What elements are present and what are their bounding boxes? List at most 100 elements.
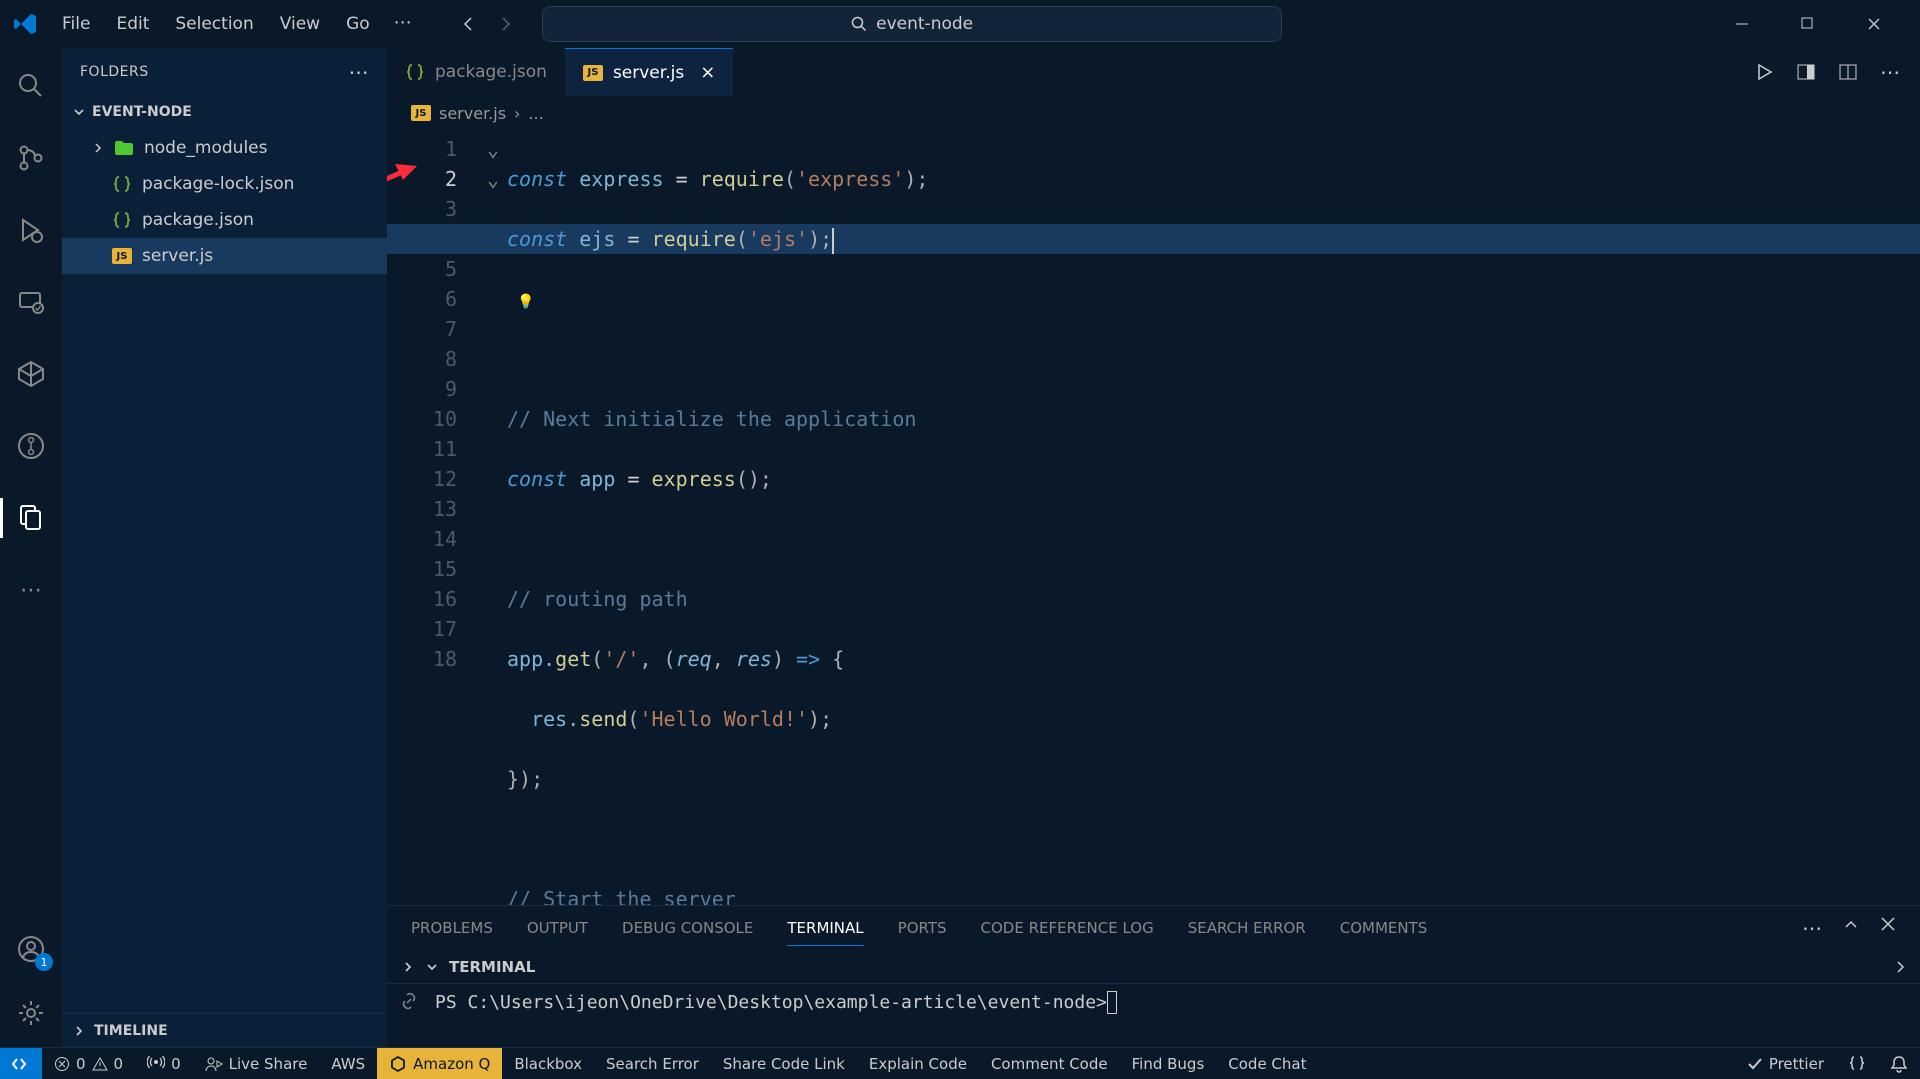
terminal-expand-icon[interactable]	[1892, 959, 1908, 975]
tab-label: server.js	[613, 63, 684, 83]
breadcrumb[interactable]: JS server.js › ...	[387, 96, 1920, 130]
tab-close-icon[interactable]: ×	[700, 62, 715, 83]
status-explain[interactable]: Explain Code	[857, 1048, 979, 1079]
status-blackbox[interactable]: Blackbox	[502, 1048, 594, 1079]
status-amazonq[interactable]: Amazon Q	[377, 1048, 502, 1079]
remote-explorer-icon[interactable]	[13, 284, 49, 320]
tree-file-package-json[interactable]: package.json	[62, 202, 387, 238]
search-activity-icon[interactable]	[13, 68, 49, 104]
panel-tab-problems[interactable]: PROBLEMS	[411, 911, 493, 945]
command-center[interactable]: event-node	[542, 6, 1282, 42]
tree-label: package.json	[142, 210, 254, 230]
tab-package-json[interactable]: package.json	[387, 48, 565, 96]
code-content[interactable]: const express = require('express'); cons…	[507, 130, 1920, 905]
menu-file[interactable]: File	[50, 6, 102, 42]
check-icon	[1747, 1056, 1763, 1072]
menu-view[interactable]: View	[268, 6, 332, 42]
panel-maximize-icon[interactable]	[1842, 916, 1860, 940]
project-name: EVENT-NODE	[92, 104, 192, 120]
remote-indicator-icon[interactable]	[0, 1048, 42, 1079]
warning-icon	[92, 1056, 108, 1072]
status-notifications-icon[interactable]	[1878, 1055, 1920, 1073]
code-editor[interactable]: 123 456 789 101112 131415 161718 ⌄ ⌄ con…	[387, 130, 1920, 905]
panel-tab-ports[interactable]: PORTS	[898, 911, 947, 945]
timeline-section[interactable]: TIMELINE	[62, 1013, 387, 1047]
tab-label: package.json	[435, 62, 547, 82]
sidebar-title: FOLDERS	[80, 64, 149, 80]
breadcrumb-separator: ›	[514, 104, 520, 123]
source-control-icon[interactable]	[13, 140, 49, 176]
tree-label: node_modules	[144, 138, 268, 158]
status-aws[interactable]: AWS	[319, 1048, 377, 1079]
menu-go[interactable]: Go	[334, 6, 382, 42]
status-port[interactable]: 0	[135, 1048, 193, 1079]
status-liveshare[interactable]: Live Share	[193, 1048, 320, 1079]
status-problems[interactable]: 0 0	[42, 1048, 135, 1079]
status-comment[interactable]: Comment Code	[979, 1048, 1120, 1079]
terminal-prompt: PS C:\Users\ijeon\OneDrive\Desktop\examp…	[435, 992, 1107, 1013]
menu-more-icon[interactable]: ⋯	[384, 6, 422, 42]
fold-icon[interactable]: ⌄	[487, 134, 507, 164]
menu-bar: File Edit Selection View Go ⋯	[50, 6, 422, 42]
fold-icon[interactable]: ⌄	[487, 164, 507, 194]
status-sharecode[interactable]: Share Code Link	[711, 1048, 857, 1079]
panel-tabs: PROBLEMS OUTPUT DEBUG CONSOLE TERMINAL P…	[387, 906, 1920, 950]
title-bar: File Edit Selection View Go ⋯ event-node	[0, 0, 1920, 48]
panel-tab-terminal[interactable]: TERMINAL	[787, 911, 863, 946]
panel-tab-comments[interactable]: COMMENTS	[1340, 911, 1428, 945]
status-language-mode[interactable]	[1836, 1055, 1878, 1073]
status-bar: 0 0 0 Live Share AWS Amazon Q Blackbox S…	[0, 1047, 1920, 1079]
panel-tab-debug[interactable]: DEBUG CONSOLE	[622, 911, 753, 945]
close-icon[interactable]	[1852, 4, 1896, 44]
minimize-icon[interactable]	[1720, 4, 1764, 44]
terminal-header[interactable]: TERMINAL	[387, 950, 1920, 984]
bell-icon	[1890, 1055, 1908, 1073]
run-debug-icon[interactable]	[13, 212, 49, 248]
settings-gear-icon[interactable]	[13, 995, 49, 1031]
chevron-right-icon	[72, 1024, 86, 1038]
breadcrumb-more: ...	[528, 104, 543, 123]
panel-tab-output[interactable]: OUTPUT	[527, 911, 588, 945]
terminal-link-icon[interactable]	[400, 992, 418, 1010]
tab-bar: package.json JS server.js × ⋯	[387, 48, 1920, 96]
file-tree: node_modules package-lock.json package.j…	[62, 128, 387, 1013]
panel-tab-searcherr[interactable]: SEARCH ERROR	[1188, 911, 1306, 945]
split-right-icon[interactable]	[1796, 62, 1816, 82]
terminal-body[interactable]: PS C:\Users\ijeon\OneDrive\Desktop\examp…	[387, 984, 1920, 1047]
status-searcherror[interactable]: Search Error	[594, 1048, 711, 1079]
run-icon[interactable]	[1754, 62, 1774, 82]
tab-server-js[interactable]: JS server.js ×	[565, 48, 733, 96]
lightbulb-icon[interactable]: 💡	[517, 294, 534, 310]
status-findbugs[interactable]: Find Bugs	[1120, 1048, 1217, 1079]
more-actions-icon[interactable]: ⋯	[1880, 60, 1900, 84]
more-activity-icon[interactable]: ⋯	[13, 572, 49, 608]
sidebar-more-icon[interactable]: ⋯	[349, 60, 370, 84]
menu-edit[interactable]: Edit	[104, 6, 161, 42]
nav-forward-icon[interactable]	[490, 8, 522, 40]
nav-back-icon[interactable]	[452, 8, 484, 40]
activity-bar: ⋯ 1	[0, 48, 62, 1047]
bottom-panel: PROBLEMS OUTPUT DEBUG CONSOLE TERMINAL P…	[387, 905, 1920, 1047]
maximize-icon[interactable]	[1786, 4, 1830, 44]
cursor	[832, 228, 834, 254]
tree-file-package-lock[interactable]: package-lock.json	[62, 166, 387, 202]
accounts-icon[interactable]: 1	[13, 931, 49, 967]
tree-file-server-js[interactable]: JS server.js	[62, 238, 387, 274]
editor-actions: ⋯	[1754, 48, 1920, 96]
window-controls	[1720, 4, 1912, 44]
search-text: event-node	[876, 14, 973, 34]
explorer-activity-icon[interactable]	[13, 500, 49, 536]
extensions-icon[interactable]	[13, 356, 49, 392]
panel-more-icon[interactable]: ⋯	[1802, 916, 1822, 940]
git-graph-icon[interactable]	[13, 428, 49, 464]
menu-selection[interactable]: Selection	[163, 6, 265, 42]
tree-folder-node-modules[interactable]: node_modules	[62, 130, 387, 166]
panel-close-icon[interactable]	[1880, 916, 1896, 940]
status-prettier[interactable]: Prettier	[1735, 1055, 1836, 1073]
sidebar: FOLDERS ⋯ EVENT-NODE node_modules packag…	[62, 48, 387, 1047]
js-icon: JS	[411, 105, 431, 121]
status-codechat[interactable]: Code Chat	[1216, 1048, 1318, 1079]
panel-tab-coderef[interactable]: CODE REFERENCE LOG	[981, 911, 1154, 945]
layout-icon[interactable]	[1838, 62, 1858, 82]
project-section[interactable]: EVENT-NODE	[62, 96, 387, 128]
